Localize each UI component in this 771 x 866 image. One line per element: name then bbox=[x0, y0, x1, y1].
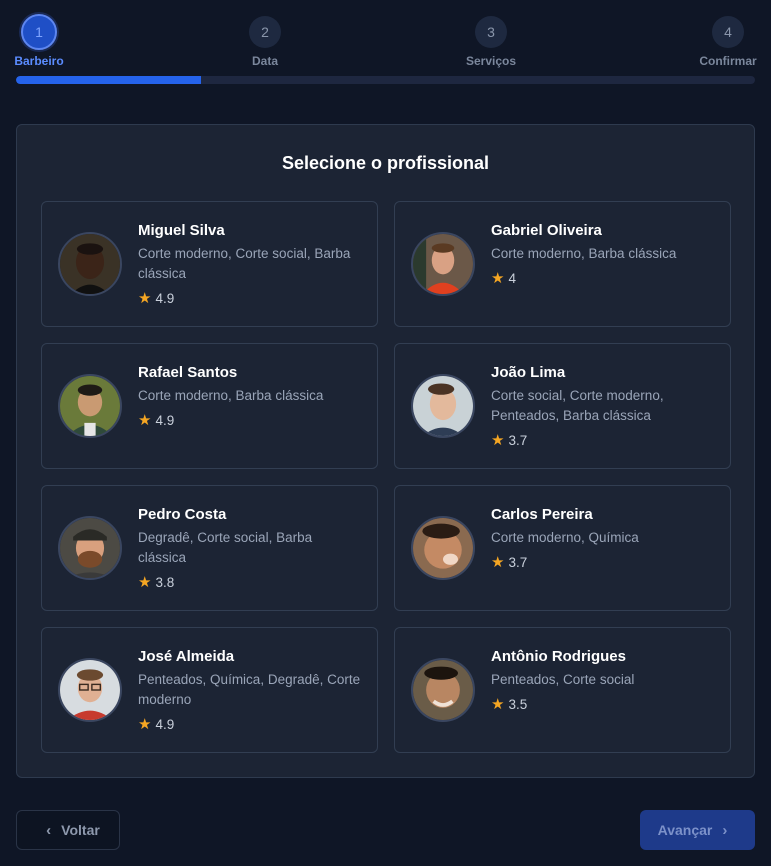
barber-card[interactable]: Pedro Costa Degradê, Corte social, Barba… bbox=[41, 485, 378, 611]
step-label: Confirmar bbox=[699, 54, 757, 68]
star-icon: ★ bbox=[138, 412, 152, 429]
barber-rating: ★ 3.7 bbox=[491, 431, 716, 449]
barber-services: Corte moderno, Corte social, Barba cláss… bbox=[138, 246, 351, 281]
barber-card[interactable]: Carlos Pereira Corte moderno, Química ★ … bbox=[394, 485, 731, 611]
rating-value: 4.9 bbox=[155, 716, 175, 732]
barber-services: Degradê, Corte social, Barba clássica bbox=[138, 530, 313, 565]
barber-name: Antônio Rodrigues bbox=[491, 648, 626, 665]
chevron-right-icon: › bbox=[722, 821, 728, 839]
barber-card[interactable]: Gabriel Oliveira Corte moderno, Barba cl… bbox=[394, 201, 731, 327]
barber-rating: ★ 3.7 bbox=[491, 553, 716, 571]
next-button[interactable]: Avançar › bbox=[640, 810, 755, 850]
rating-value: 3.8 bbox=[155, 574, 175, 590]
barber-services: Corte moderno, Barba clássica bbox=[491, 246, 677, 261]
star-icon: ★ bbox=[491, 270, 505, 287]
barber-name: Pedro Costa bbox=[138, 506, 227, 523]
barber-services: Penteados, Corte social bbox=[491, 672, 635, 687]
star-icon: ★ bbox=[138, 290, 152, 307]
step-servicos[interactable]: 3 Serviços bbox=[451, 16, 531, 68]
barber-name: José Almeida bbox=[138, 648, 235, 665]
barber-rating: ★ 4.9 bbox=[138, 715, 363, 733]
avatar bbox=[411, 516, 475, 580]
rating-value: 4 bbox=[508, 270, 516, 286]
barber-services: Corte moderno, Barba clássica bbox=[138, 388, 324, 403]
step-confirmar[interactable]: 4 Confirmar bbox=[688, 16, 768, 68]
back-label: Voltar bbox=[61, 822, 100, 838]
barber-services: Penteados, Química, Degradê, Corte moder… bbox=[138, 672, 361, 707]
barber-rating: ★ 4 bbox=[491, 269, 716, 287]
step-label: Barbeiro bbox=[14, 54, 64, 68]
rating-value: 4.9 bbox=[155, 412, 175, 428]
star-icon: ★ bbox=[138, 716, 152, 733]
barber-rating: ★ 4.9 bbox=[138, 289, 363, 307]
step-number: 1 bbox=[21, 14, 57, 50]
step-barbeiro[interactable]: 1 Barbeiro bbox=[0, 14, 79, 68]
star-icon: ★ bbox=[491, 554, 505, 571]
avatar bbox=[58, 516, 122, 580]
panel-title: Selecione o profissional bbox=[281, 153, 490, 173]
avatar bbox=[411, 374, 475, 438]
barber-name: João Lima bbox=[491, 364, 566, 381]
next-label: Avançar bbox=[657, 822, 713, 838]
step-label: Serviços bbox=[465, 54, 517, 68]
back-button[interactable]: ‹ Voltar bbox=[16, 810, 120, 850]
progress-bar bbox=[16, 76, 755, 84]
step-number: 4 bbox=[712, 16, 744, 48]
barber-card[interactable]: Antônio Rodrigues Penteados, Corte socia… bbox=[394, 627, 731, 753]
star-icon: ★ bbox=[491, 432, 505, 449]
barber-card[interactable]: José Almeida Penteados, Química, Degradê… bbox=[41, 627, 378, 753]
step-number: 2 bbox=[249, 16, 281, 48]
chevron-left-icon: ‹ bbox=[46, 821, 52, 839]
rating-value: 3.7 bbox=[508, 554, 528, 570]
barber-services: Corte moderno, Química bbox=[491, 530, 639, 545]
barber-rating: ★ 3.5 bbox=[491, 695, 716, 713]
barber-rating: ★ 4.9 bbox=[138, 411, 363, 429]
step-data[interactable]: 2 Data bbox=[225, 16, 305, 68]
barber-card[interactable]: Miguel Silva Corte moderno, Corte social… bbox=[41, 201, 378, 327]
barber-name: Rafael Santos bbox=[138, 364, 238, 381]
barber-services: Corte social, Corte moderno, Penteados, … bbox=[491, 388, 664, 423]
rating-value: 4.9 bbox=[155, 290, 175, 306]
avatar bbox=[411, 658, 475, 722]
avatar bbox=[58, 658, 122, 722]
rating-value: 3.5 bbox=[508, 696, 528, 712]
barber-name: Carlos Pereira bbox=[491, 506, 593, 523]
stepper: 1 Barbeiro 2 Data 3 Serviços 4 Confirmar bbox=[0, 0, 771, 90]
avatar bbox=[58, 232, 122, 296]
barber-name: Gabriel Oliveira bbox=[491, 222, 602, 239]
barber-card[interactable]: Rafael Santos Corte moderno, Barba cláss… bbox=[41, 343, 378, 469]
step-label: Data bbox=[251, 54, 278, 68]
progress-fill bbox=[16, 76, 201, 84]
star-icon: ★ bbox=[138, 574, 152, 591]
barber-rating: ★ 3.8 bbox=[138, 573, 363, 591]
barber-card[interactable]: João Lima Corte social, Corte moderno, P… bbox=[394, 343, 731, 469]
barber-name: Miguel Silva bbox=[138, 222, 225, 239]
barber-selection-panel: Selecione o profissional Miguel Silva Co… bbox=[16, 124, 755, 778]
rating-value: 3.7 bbox=[508, 432, 528, 448]
avatar bbox=[58, 374, 122, 438]
avatar bbox=[411, 232, 475, 296]
step-number: 3 bbox=[475, 16, 507, 48]
star-icon: ★ bbox=[491, 696, 505, 713]
